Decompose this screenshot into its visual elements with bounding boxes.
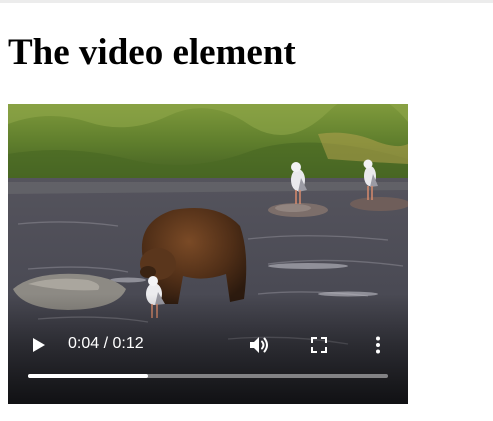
- seek-bar[interactable]: [28, 374, 388, 378]
- time-display: 0:04 / 0:12: [68, 335, 144, 352]
- fullscreen-icon: [311, 337, 327, 353]
- volume-button[interactable]: [245, 331, 273, 359]
- video-player[interactable]: 0:04 / 0:12: [8, 104, 408, 404]
- more-options-button[interactable]: [366, 331, 390, 359]
- fullscreen-button[interactable]: [306, 331, 332, 359]
- page-title: The video element: [8, 32, 296, 73]
- volume-icon: [250, 337, 268, 353]
- seek-bar-progress: [28, 374, 148, 378]
- browser-top-edge: [0, 0, 493, 3]
- play-icon: [33, 338, 45, 352]
- play-button[interactable]: [26, 332, 52, 358]
- more-options-icon: [376, 336, 380, 354]
